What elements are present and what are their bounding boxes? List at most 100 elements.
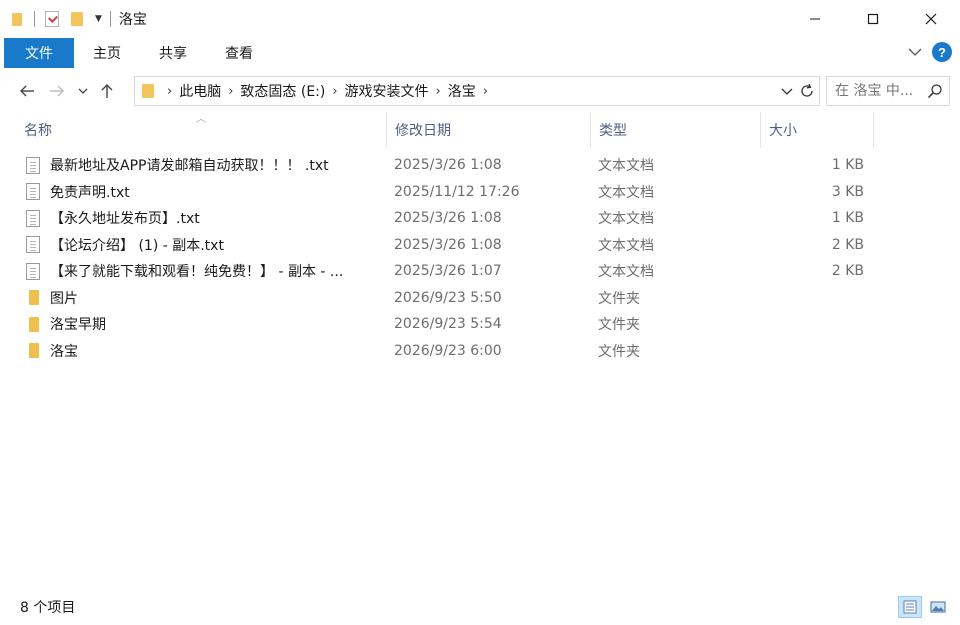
minimize-button[interactable] — [786, 0, 844, 38]
file-type: 文件夹 — [598, 317, 640, 334]
list-item[interactable]: 最新地址及APP请发邮箱自动获取！！！ .txt 2025/3/26 1:08 … — [16, 152, 896, 179]
title-divider — [109, 11, 111, 27]
file-name: 免责声明.txt — [50, 184, 130, 201]
customize-toolbar-dropdown-icon[interactable]: ▼ — [95, 14, 102, 24]
large-icons-view-button[interactable] — [926, 596, 950, 618]
breadcrumb-drive-e[interactable]: 致态固态 (E:) — [240, 81, 325, 101]
folder-icon — [26, 342, 40, 359]
file-size — [760, 311, 864, 338]
folder-icon — [142, 84, 154, 98]
breadcrumb-separator-icon[interactable]: › — [436, 84, 441, 99]
text-file-icon — [26, 209, 40, 227]
refresh-icon — [801, 83, 813, 97]
arrow-right-icon — [50, 85, 64, 97]
list-item[interactable]: 洛宝 2026/9/23 6:00 文件夹 — [16, 338, 896, 365]
file-date: 2026/9/23 6:00 — [394, 342, 502, 359]
file-type: 文件夹 — [598, 290, 640, 307]
close-button[interactable] — [902, 0, 960, 38]
file-date: 2025/3/26 1:08 — [394, 210, 502, 227]
file-type: 文本文档 — [598, 237, 654, 254]
file-name-cell: 【来了就能下载和观看！纯免费！】 - 副本 - ... — [26, 258, 386, 285]
back-button[interactable] — [12, 76, 42, 106]
tab-file[interactable]: 文件 — [4, 38, 74, 68]
file-name-cell: 免责声明.txt — [26, 179, 386, 206]
forward-button[interactable] — [42, 76, 72, 106]
file-date: 2026/9/23 5:54 — [394, 316, 502, 333]
column-header-type[interactable]: 类型 — [590, 112, 760, 148]
file-date: 2025/3/26 1:08 — [394, 236, 502, 253]
file-size: 2 KB — [831, 263, 864, 280]
new-folder-icon[interactable] — [71, 12, 83, 26]
breadcrumb-separator-icon[interactable]: › — [167, 84, 172, 99]
column-header-name[interactable]: 名称 — [16, 112, 386, 148]
list-item[interactable]: 【永久地址发布页】.txt 2025/3/26 1:08 文本文档 1 KB — [16, 205, 896, 232]
list-item[interactable]: 【论坛介绍】 (1) - 副本.txt 2025/3/26 1:08 文本文档 … — [16, 232, 896, 259]
file-name: 【永久地址发布页】.txt — [50, 211, 200, 228]
list-item[interactable]: 图片 2026/9/23 5:50 文件夹 — [16, 285, 896, 312]
file-name: 洛宝 — [50, 343, 78, 360]
details-view-button[interactable] — [898, 596, 922, 618]
refresh-button[interactable] — [799, 83, 815, 103]
tab-share[interactable]: 共享 — [140, 38, 206, 68]
folder-icon[interactable] — [10, 11, 24, 27]
search-input[interactable] — [835, 83, 929, 99]
minimize-icon — [810, 18, 820, 20]
file-name-cell: 最新地址及APP请发邮箱自动获取！！！ .txt — [26, 152, 386, 179]
up-button[interactable] — [94, 76, 120, 106]
file-size: 1 KB — [831, 157, 864, 174]
breadcrumb-game-install-files[interactable]: 游戏安装文件 — [345, 81, 429, 101]
status-bar: 8 个项目 — [0, 592, 960, 622]
maximize-icon — [867, 13, 879, 25]
maximize-button[interactable] — [844, 0, 902, 38]
file-size: 1 KB — [831, 210, 864, 227]
breadcrumb-separator-icon[interactable]: › — [332, 84, 337, 99]
tab-home[interactable]: 主页 — [74, 38, 140, 68]
address-bar[interactable]: › 此电脑 › 致态固态 (E:) › 游戏安装文件 › 洛宝 › — [134, 76, 820, 106]
breadcrumb-separator-icon[interactable]: › — [483, 84, 488, 99]
details-view-icon — [903, 600, 917, 614]
column-header-size[interactable]: 大小 — [760, 112, 874, 148]
file-name: 最新地址及APP请发邮箱自动获取！！！ .txt — [50, 158, 329, 175]
expand-ribbon-icon[interactable] — [908, 47, 922, 57]
file-type: 文件夹 — [598, 343, 640, 360]
file-date: 2025/3/26 1:08 — [394, 157, 502, 174]
arrow-left-icon — [20, 85, 34, 97]
view-switcher — [898, 596, 950, 618]
file-name: 图片 — [50, 290, 78, 307]
text-file-icon — [26, 183, 40, 201]
navigation-bar: › 此电脑 › 致态固态 (E:) › 游戏安装文件 › 洛宝 › — [0, 74, 960, 108]
recent-locations-button[interactable] — [72, 76, 94, 106]
list-item[interactable]: 【来了就能下载和观看！纯免费！】 - 副本 - ... 2025/3/26 1:… — [16, 258, 896, 285]
toolbar-divider — [34, 11, 35, 27]
file-size: 3 KB — [831, 183, 864, 200]
search-box — [826, 76, 950, 106]
file-size: 2 KB — [831, 236, 864, 253]
folder-icon — [26, 316, 40, 333]
list-item[interactable]: 免责声明.txt 2025/11/12 17:26 文本文档 3 KB — [16, 179, 896, 206]
file-name-cell: 【永久地址发布页】.txt — [26, 205, 386, 232]
column-header-date[interactable]: 修改日期 — [386, 112, 590, 148]
breadcrumb-current-folder[interactable]: 洛宝 — [448, 81, 476, 101]
file-date: 2025/11/12 17:26 — [394, 183, 520, 200]
folder-icon — [26, 289, 40, 306]
breadcrumb-this-pc[interactable]: 此电脑 — [179, 81, 221, 101]
file-name: 洛宝早期 — [50, 317, 106, 334]
ribbon-controls: ? — [908, 42, 952, 62]
title-bar: ▼ 洛宝 — [0, 0, 960, 38]
file-name-cell: 图片 — [26, 285, 386, 312]
search-icon[interactable] — [927, 83, 943, 103]
file-type: 文本文档 — [598, 211, 654, 228]
file-type: 文本文档 — [598, 158, 654, 175]
close-icon — [925, 13, 937, 25]
item-count: 8 个项目 — [20, 600, 76, 616]
arrow-up-icon — [101, 84, 113, 98]
list-item[interactable]: 洛宝早期 2026/9/23 5:54 文件夹 — [16, 311, 896, 338]
address-dropdown-button[interactable] — [781, 84, 793, 100]
file-name: 【来了就能下载和观看！纯免费！】 - 副本 - ... — [50, 264, 344, 281]
help-icon[interactable]: ? — [932, 42, 952, 62]
file-size — [760, 338, 864, 365]
file-date: 2025/3/26 1:07 — [394, 263, 502, 280]
properties-icon[interactable] — [45, 11, 59, 27]
breadcrumb-separator-icon[interactable]: › — [228, 84, 233, 99]
tab-view[interactable]: 查看 — [206, 38, 272, 68]
